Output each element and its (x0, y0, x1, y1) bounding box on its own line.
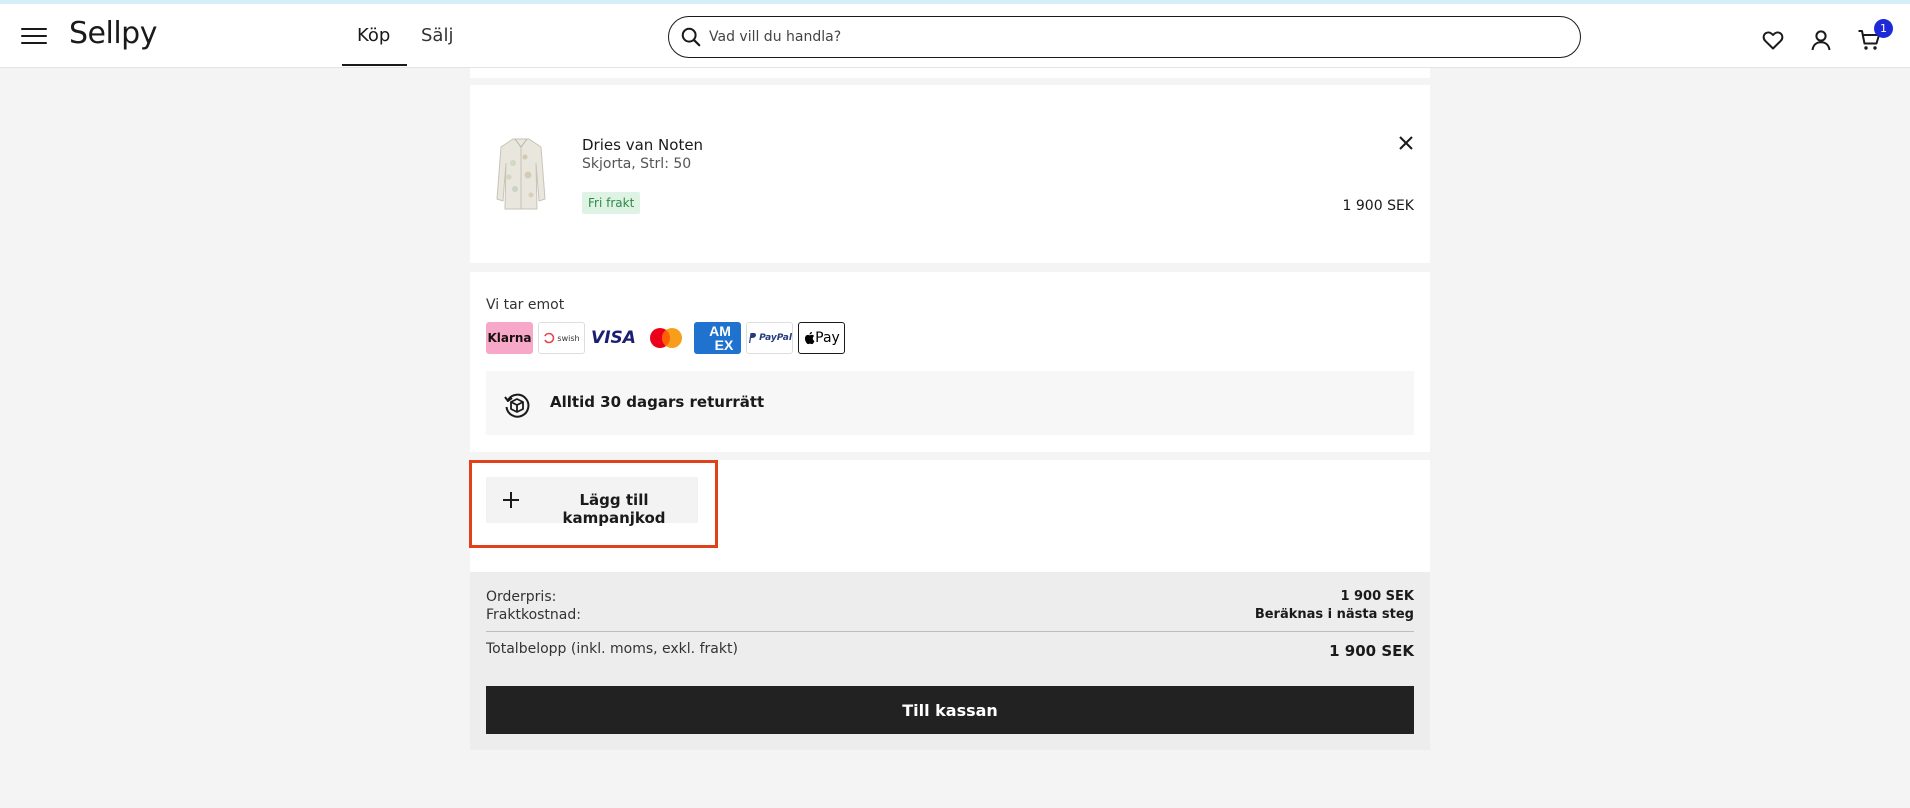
site-header: Sellpy Köp Sälj 1 (0, 4, 1910, 68)
plus-icon (503, 492, 519, 508)
free-shipping-badge: Fri frakt (582, 192, 641, 214)
tab-buy[interactable]: Köp (357, 25, 390, 46)
visa-logo: VISA (590, 322, 637, 354)
search-bar[interactable] (668, 16, 1581, 58)
search-input[interactable] (709, 25, 1569, 49)
previous-section (470, 68, 1430, 78)
checkout-button[interactable]: Till kassan (486, 686, 1414, 734)
shipping-cost-label: Fraktkostnad: (486, 607, 581, 623)
amex-logo: AM EX (694, 322, 741, 354)
order-price-label: Orderpris: (486, 589, 557, 605)
product-description: Skjorta, Strl: 50 (582, 156, 692, 172)
menu-icon[interactable] (21, 26, 47, 46)
shipping-cost-value: Beräknas i nästa steg (1254, 607, 1414, 622)
heart-icon[interactable] (1761, 28, 1785, 52)
apple-pay-logo: Pay (798, 322, 845, 354)
order-price-value: 1 900 SEK (1340, 589, 1414, 604)
search-icon (681, 27, 701, 47)
mastercard-logo (642, 322, 689, 354)
product-brand[interactable]: Dries van Noten (582, 136, 703, 154)
product-price: 1 900 SEK (1342, 198, 1414, 214)
cart-item: Dries van Noten Skjorta, Strl: 50 Fri fr… (470, 85, 1430, 263)
returns-banner: Alltid 30 dagars returrätt (486, 371, 1414, 435)
payment-info: Vi tar emot Klarna swish VISA AM EX PayP… (470, 272, 1430, 452)
user-icon[interactable] (1809, 28, 1833, 52)
active-tab-indicator (342, 64, 407, 66)
tab-sell[interactable]: Sälj (421, 25, 453, 46)
logo[interactable]: Sellpy (69, 16, 157, 51)
add-promo-code-button[interactable]: Lägg till kampanjkod (486, 477, 698, 527)
summary-divider (486, 631, 1414, 632)
close-icon[interactable] (1397, 134, 1415, 152)
total-value: 1 900 SEK (1329, 642, 1414, 660)
returns-icon (504, 393, 530, 418)
paypal-logo: PayPal (746, 322, 793, 354)
add-promo-code-label: Lägg till kampanjkod (562, 491, 666, 527)
svg-text:EX: EX (715, 337, 734, 353)
returns-text: Alltid 30 dagars returrätt (550, 393, 765, 411)
product-image[interactable] (495, 133, 547, 215)
cart-count-badge: 1 (1874, 19, 1893, 38)
klarna-logo: Klarna (486, 322, 533, 354)
total-label: Totalbelopp (inkl. moms, exkl. frakt) (486, 641, 738, 657)
promo-section: Lägg till kampanjkod (470, 460, 1430, 572)
order-summary: Orderpris: 1 900 SEK Fraktkostnad: Beräk… (470, 572, 1430, 750)
swish-logo: swish (538, 322, 585, 354)
payment-heading: Vi tar emot (486, 297, 565, 313)
